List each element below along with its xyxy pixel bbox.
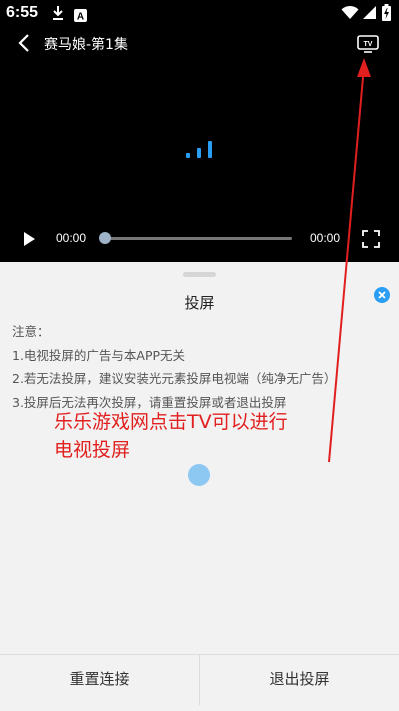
seek-thumb[interactable] [99, 232, 111, 244]
fullscreen-icon [362, 230, 380, 248]
loading-bars-icon [184, 138, 216, 162]
note-item: 1.电视投屏的广告与本APP无关 [12, 347, 186, 363]
annotation-line-1: 乐乐游戏网点击TV可以进行 [54, 411, 288, 433]
wifi-icon [341, 5, 359, 24]
close-icon [378, 291, 386, 299]
sheet-title: 投屏 [184, 294, 215, 312]
drag-handle[interactable] [183, 272, 216, 277]
cast-sheet: 投屏 注意： 1.电视投屏的广告与本APP无关 2.若无法投屏，建议安装光元素投… [0, 262, 399, 711]
note-item: 2.若无法投屏，建议安装光元素投屏电视端（纯净无广告） [12, 371, 337, 386]
touch-indicator [188, 464, 210, 486]
seek-bar[interactable] [104, 237, 292, 240]
notes-block: 注意： 1.电视投屏的广告与本APP无关 2.若无法投屏，建议安装光元素投屏电视… [12, 320, 392, 414]
player-controls: 00:00 00:00 [0, 225, 399, 253]
close-button[interactable] [374, 287, 390, 303]
video-title: 赛马娘-第1集 [44, 37, 128, 53]
notes-title: 注意： [12, 324, 50, 339]
play-button[interactable] [20, 230, 38, 248]
app-a-glyph: A [77, 12, 84, 23]
video-player[interactable]: 6:55 A 赛马娘-第1集 TV 00:00 00:00 [0, 0, 399, 262]
screen: 6:55 A 赛马娘-第1集 TV 00:00 00:00 投屏 注意： 1.电… [0, 0, 399, 711]
tv-icon: TV [357, 35, 379, 53]
battery-charging-icon [382, 4, 391, 25]
status-bar: 6:55 A [0, 0, 399, 28]
play-icon [24, 232, 35, 246]
current-time: 00:00 [56, 231, 87, 245]
total-time: 00:00 [310, 231, 341, 245]
tv-cast-button[interactable]: TV [356, 34, 380, 54]
annotation-text: 乐乐游戏网点击TV可以进行 电视投屏 [54, 408, 354, 464]
back-button[interactable] [14, 32, 36, 54]
annotation-line-2: 电视投屏 [54, 439, 131, 461]
exit-cast-button[interactable]: 退出投屏 [200, 655, 399, 705]
app-a-icon: A [74, 7, 87, 26]
sheet-button-bar: 重置连接 退出投屏 [0, 654, 399, 711]
status-time: 6:55 [6, 4, 39, 21]
fullscreen-button[interactable] [361, 229, 381, 249]
reset-connection-button[interactable]: 重置连接 [0, 655, 199, 705]
player-title-bar: 赛马娘-第1集 TV [0, 28, 399, 58]
signal-icon [362, 5, 377, 24]
tv-icon-label: TV [364, 41, 373, 48]
download-icon [52, 5, 64, 25]
chevron-left-icon [18, 34, 29, 52]
